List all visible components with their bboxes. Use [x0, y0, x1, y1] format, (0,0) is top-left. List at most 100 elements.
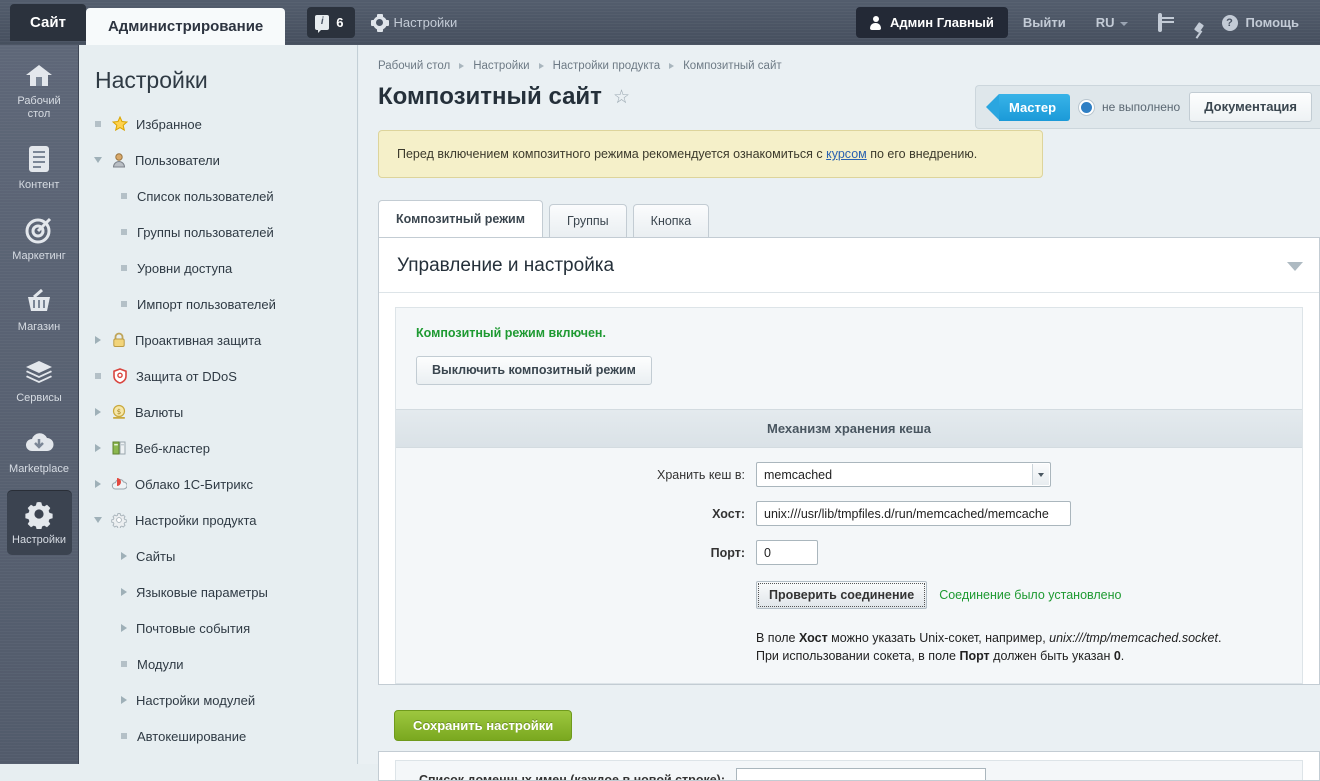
master-button[interactable]: Мастер [986, 93, 1071, 121]
field-row-store: Хранить кеш в: memcached [416, 462, 1282, 487]
menu-item-users[interactable]: Пользователи [79, 142, 357, 178]
next-settings-panel: Список доменных имен (каждое в новой стр… [378, 751, 1320, 781]
favorite-star-icon[interactable]: ☆ [613, 86, 630, 109]
test-connection-button[interactable]: Проверить соединение [756, 581, 928, 609]
menu-item-user-list[interactable]: Список пользователей [79, 178, 357, 214]
user-menu[interactable]: Админ Главный [856, 7, 1008, 38]
menu-item-user-groups[interactable]: Группы пользователей [79, 214, 357, 250]
menu-item-proactive-protection[interactable]: Проактивная защита [79, 322, 357, 358]
breadcrumb-item-2[interactable]: Настройки продукта [553, 60, 661, 72]
shield-icon [111, 368, 128, 385]
breadcrumb-item-1[interactable]: Настройки [473, 60, 529, 72]
keyboard-icon [1157, 13, 1162, 32]
disable-composite-button[interactable]: Выключить композитный режим [416, 356, 652, 385]
host-value: unix:///usr/lib/tmpfiles.d/run/memcached… [764, 506, 1049, 521]
rail-item-services[interactable]: Сервисы [7, 348, 72, 413]
menu-item-autocaching[interactable]: Автокеширование [79, 718, 357, 754]
rail-label-shop: Магазин [17, 321, 61, 333]
left-rail: Рабочий стол Контент Маркетинг Магазин С… [0, 45, 79, 764]
keyboard-shortcuts-button[interactable] [1143, 13, 1177, 32]
menu-item-favorites[interactable]: Избранное [79, 106, 357, 142]
tab-administration[interactable]: Администрирование [85, 8, 286, 45]
breadcrumb-item-3[interactable]: Композитный сайт [683, 60, 782, 72]
chevron-down-icon[interactable] [1287, 261, 1303, 271]
port-input[interactable]: 0 [756, 540, 818, 565]
domain-list-input[interactable] [736, 768, 986, 780]
menu-label: Веб-кластер [135, 440, 210, 456]
menu-label: Защита от DDoS [136, 368, 237, 384]
menu-label: Уровни доступа [137, 260, 233, 276]
tab-groups[interactable]: Группы [549, 204, 627, 238]
hint-2b: Порт [959, 649, 990, 663]
menu-item-bitrix-cloud[interactable]: Облако 1С-Битрикс [79, 466, 357, 502]
documentation-button[interactable]: Документация [1189, 92, 1312, 122]
menu-label: Настройки продукта [135, 512, 257, 528]
rail-item-shop[interactable]: Магазин [7, 277, 72, 342]
top-bar-right: Админ Главный Выйти RU ? Помощь [856, 0, 1320, 45]
layers-icon [7, 357, 72, 387]
status-indicator[interactable]: не выполнено [1079, 99, 1180, 115]
port-value: 0 [764, 545, 771, 560]
tab-site[interactable]: Сайт [10, 4, 86, 41]
help-link[interactable]: ? Помощь [1207, 14, 1314, 31]
language-selector[interactable]: RU [1081, 15, 1143, 30]
tab-button[interactable]: Кнопка [632, 204, 710, 238]
tab-composite-mode[interactable]: Композитный режим [378, 200, 543, 238]
menu-item-user-import[interactable]: Импорт пользователей [79, 286, 357, 322]
gear-icon [370, 13, 389, 32]
chevron-right-icon [121, 696, 127, 704]
rail-label-desktop: Рабочий стол [17, 95, 61, 120]
rail-item-marketplace[interactable]: Marketplace [7, 419, 72, 484]
svg-text:$: $ [116, 408, 120, 416]
menu-item-language-params[interactable]: Языковые параметры [79, 574, 357, 610]
menu-item-mail-events[interactable]: Почтовые события [79, 610, 357, 646]
rail-item-marketing[interactable]: Маркетинг [7, 206, 72, 271]
status-dot-icon [1079, 99, 1095, 115]
notice-course-link[interactable]: курсом [826, 147, 867, 161]
rail-label-settings: Настройки [12, 534, 66, 546]
menu-item-module-settings[interactable]: Настройки модулей [79, 682, 357, 718]
chevron-right-icon [121, 624, 127, 632]
hint-1c: можно указать Unix-сокет, например, [827, 631, 1050, 645]
rail-item-content[interactable]: Контент [7, 135, 72, 200]
language-label: RU [1095, 15, 1115, 30]
menu-label: Импорт пользователей [137, 296, 276, 312]
menu-label: Избранное [136, 116, 202, 132]
domain-field-row: Список доменных имен (каждое в новой стр… [395, 760, 1303, 781]
header-settings-link[interactable]: Настройки [370, 13, 457, 32]
menu-item-access-levels[interactable]: Уровни доступа [79, 250, 357, 286]
menu-label: Модули [137, 656, 184, 672]
hint-1e: . [1217, 631, 1222, 645]
chevron-right-icon [95, 444, 101, 452]
rail-item-settings[interactable]: Настройки [6, 490, 72, 555]
settings-panel: Управление и настройка Композитный режим… [378, 238, 1320, 685]
cache-store-select[interactable]: memcached [756, 462, 1051, 487]
menu-item-ddos-protection[interactable]: Защита от DDoS [79, 358, 357, 394]
domain-list-label: Список доменных имен (каждое в новой стр… [418, 773, 725, 781]
chevron-down-icon [1032, 464, 1049, 485]
host-input[interactable]: unix:///usr/lib/tmpfiles.d/run/memcached… [756, 501, 1071, 526]
tab-bar: Композитный режим Группы Кнопка [378, 200, 1320, 238]
rail-item-desktop[interactable]: Рабочий стол [7, 51, 72, 129]
notice-banner: Перед включением композитного режима рек… [378, 130, 1043, 178]
menu-item-currencies[interactable]: $ Валюты [79, 394, 357, 430]
menu-label: Пользователи [135, 152, 220, 168]
host-hint-text: В поле Хост можно указать Unix-сокет, на… [756, 629, 1282, 665]
notifications-badge[interactable]: i 6 [307, 7, 355, 38]
breadcrumb-item-0[interactable]: Рабочий стол [378, 60, 450, 72]
menu-item-modules[interactable]: Модули [79, 646, 357, 682]
star-icon [111, 116, 128, 133]
rail-label-content: Контент [18, 179, 60, 191]
chevron-down-icon [94, 157, 102, 163]
menu-item-web-cluster[interactable]: Веб-кластер [79, 430, 357, 466]
menu-item-product-settings[interactable]: Настройки продукта [79, 502, 357, 538]
bullet-icon [121, 661, 127, 667]
field-row-host: Хост: unix:///usr/lib/tmpfiles.d/run/mem… [416, 501, 1282, 526]
panel-heading: Управление и настройка [397, 255, 615, 276]
menu-item-sites[interactable]: Сайты [79, 538, 357, 574]
save-settings-button[interactable]: Сохранить настройки [394, 710, 573, 741]
composite-status-block: Композитный режим включен. Выключить ком… [396, 308, 1302, 395]
composite-settings-block: Композитный режим включен. Выключить ком… [395, 307, 1303, 684]
logout-link[interactable]: Выйти [1008, 15, 1081, 30]
content-area: Рабочий стол Настройки Настройки продукт… [359, 45, 1320, 781]
